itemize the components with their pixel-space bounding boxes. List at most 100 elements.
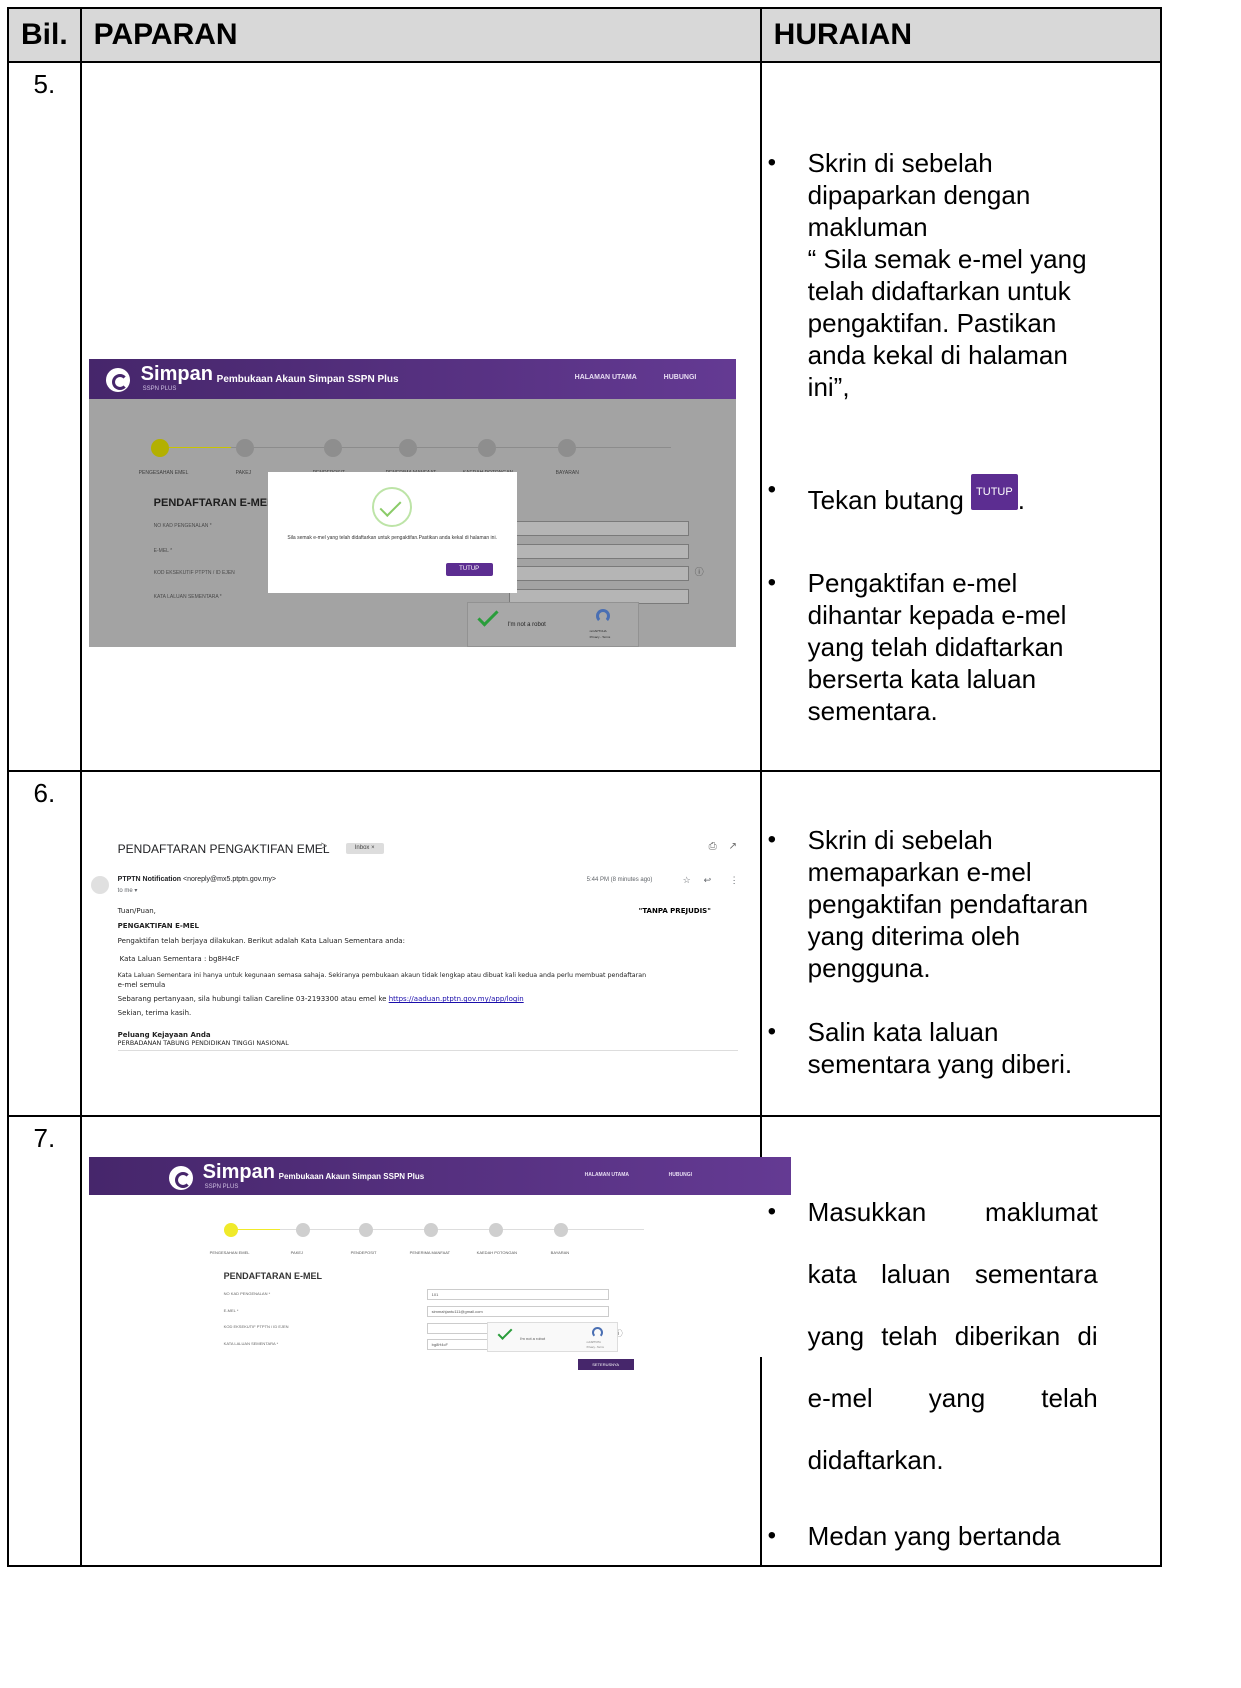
email-field[interactable]: simmahjantu111@gmail.com bbox=[426, 1306, 609, 1317]
step-label: PENDEPOSIT bbox=[350, 1250, 377, 1255]
portal-brand: Simpan bbox=[140, 363, 213, 385]
portal-header: Simpan SSPN PLUS Pembukaan Akaun Simpan … bbox=[88, 359, 736, 399]
step-payment-icon bbox=[553, 1223, 568, 1237]
nav-contact[interactable]: HUBUNGI bbox=[664, 374, 697, 381]
step-deduction-icon bbox=[488, 1223, 503, 1237]
email-recipient[interactable]: to me ▾ bbox=[118, 887, 138, 894]
recaptcha-logo-icon bbox=[591, 1327, 603, 1338]
form-title: PENDAFTARAN E-MEL bbox=[223, 1271, 322, 1281]
email-subject: PENDAFTARAN PENGAKTIFAN EMEL bbox=[117, 842, 330, 856]
submit-button[interactable]: SETERUSNYA bbox=[577, 1359, 634, 1370]
step-number: 6. bbox=[7, 770, 82, 1117]
confirmation-modal: Sila semak e-mel yang telah didaftarkan … bbox=[267, 472, 517, 593]
nav-contact[interactable]: HUBUNGI bbox=[669, 1172, 692, 1178]
star-icon[interactable]: ☆ bbox=[683, 875, 691, 886]
step-label: PAKEJ bbox=[290, 1250, 304, 1255]
step-deduction-icon bbox=[477, 439, 496, 457]
print-icon[interactable]: ⎙ bbox=[709, 841, 717, 852]
captcha-label: I'm not a robot bbox=[507, 622, 546, 628]
description-bullet: Tekan butang TUTUP. bbox=[768, 474, 1138, 516]
col-header-paparan: PAPARAN bbox=[79, 7, 762, 63]
email-sender: PTPTN Notification <noreply@mx5.ptptn.go… bbox=[118, 876, 276, 883]
recaptcha-links[interactable]: Privacy - Terms bbox=[587, 1346, 604, 1349]
recaptcha-logo-icon bbox=[595, 609, 610, 623]
step-label: PENGESAHAN EMEL bbox=[209, 1250, 250, 1255]
recaptcha-widget[interactable]: I'm not a robot reCAPTCHA Privacy - Term… bbox=[486, 1322, 618, 1352]
more-icon[interactable]: ⋮ bbox=[730, 875, 739, 886]
field-label: NO KAD PENGENALAN * bbox=[223, 1291, 271, 1296]
email-line: Kata Laluan Sementara ini hanya untuk ke… bbox=[117, 972, 647, 979]
form-title: PENDAFTARAN E-MEL bbox=[153, 497, 274, 509]
description-bullet: Medan yang bertanda bbox=[768, 1520, 1098, 1552]
screenshot-cell: Simpan SSPN PLUS Pembukaan Akaun Simpan … bbox=[79, 61, 762, 772]
nav-home[interactable]: HALAMAN UTAMA bbox=[575, 374, 637, 381]
email-time: 5:44 PM (8 minutes ago) bbox=[586, 877, 653, 883]
step-label: BAYARAN bbox=[550, 1250, 570, 1255]
step-row-6: 6. PENDAFTARAN PENGAKTIFAN EMEL ᐳ Inbox … bbox=[7, 770, 1162, 1117]
step-label: KAEDAH POTONGAN bbox=[476, 1250, 518, 1255]
captcha-label: I'm not a robot bbox=[519, 1336, 546, 1341]
step-email-icon bbox=[150, 439, 169, 457]
portal-title: Pembukaan Akaun Simpan SSPN Plus bbox=[216, 374, 399, 385]
email-heading: PENGAKTIFAN E-MEL bbox=[117, 922, 199, 930]
field-label: KATA LALUAN SEMENTARA * bbox=[223, 1341, 279, 1346]
captcha-check-icon bbox=[497, 1325, 513, 1340]
field-label: KATA LALUAN SEMENTARA * bbox=[153, 594, 222, 600]
email-screenshot: PENDAFTARAN PENGAKTIFAN EMEL ᐳ Inbox × ⎙… bbox=[88, 819, 749, 1054]
sender-name: PTPTN Notification bbox=[117, 876, 182, 883]
open-new-window-icon[interactable]: ↗ bbox=[729, 841, 737, 852]
field-label: NO KAD PENGENALAN * bbox=[153, 523, 212, 529]
step-depositor-icon bbox=[358, 1223, 373, 1237]
description-bullet: Masukkan maklumat kata laluan sementara … bbox=[768, 1181, 1098, 1491]
step-beneficiary-icon bbox=[423, 1223, 438, 1237]
recaptcha-links[interactable]: Privacy - Terms bbox=[590, 635, 611, 639]
col-header-huraian: HURAIAN bbox=[759, 7, 1162, 63]
confirmation-screenshot: Simpan SSPN PLUS Pembukaan Akaun Simpan … bbox=[88, 359, 736, 647]
recaptcha-widget[interactable]: I'm not a robot reCAPTCHA Privacy - Term… bbox=[466, 602, 639, 647]
success-check-icon bbox=[371, 487, 412, 527]
description-cell: Masukkan maklumat kata laluan sementara … bbox=[759, 1115, 1162, 1567]
captcha-check-icon bbox=[477, 605, 499, 627]
step-number: 5. bbox=[7, 61, 82, 772]
field-label: KOD EKSEKUTIF PTPTN / ID EJEN bbox=[223, 1324, 289, 1329]
bullet-text: Tekan butang bbox=[807, 485, 972, 515]
nav-home[interactable]: HALAMAN UTAMA bbox=[585, 1172, 629, 1178]
email-line: Sebarang pertanyaan, sila hubungi talian… bbox=[118, 995, 524, 1003]
reply-icon[interactable]: ↩ bbox=[704, 875, 712, 886]
complaint-link[interactable]: https://aaduan.ptptn.gov.my/app/login bbox=[389, 995, 524, 1003]
step-row-7: 7. Simpan SSPN PLUS Pembukaan Akaun Simp… bbox=[7, 1115, 1162, 1567]
ic-number-field[interactable] bbox=[508, 521, 689, 536]
email-field[interactable] bbox=[508, 544, 689, 559]
portal-brand: Simpan bbox=[202, 1161, 275, 1183]
step-number: 7. bbox=[7, 1115, 82, 1567]
screenshot-cell: Simpan SSPN PLUS Pembukaan Akaun Simpan … bbox=[79, 1115, 791, 1567]
manual-table: Bil. PAPARAN HURAIAN 5. Simpan SSPN PLUS… bbox=[7, 7, 1162, 1567]
step-label: PENERIMA MANFAAT bbox=[409, 1250, 451, 1255]
field-label: E-MEL * bbox=[223, 1308, 239, 1313]
screenshot-cell: PENDAFTARAN PENGAKTIFAN EMEL ᐳ Inbox × ⎙… bbox=[79, 770, 762, 1117]
description-cell: Skrin di sebelah memaparkan e-mel pengak… bbox=[759, 770, 1162, 1117]
email-line: Pengaktifan telah berjaya dilakukan. Ber… bbox=[117, 937, 405, 945]
recaptcha-brand: reCAPTCHA bbox=[586, 1341, 601, 1344]
inbox-label[interactable]: Inbox × bbox=[345, 843, 384, 854]
step-row-5: 5. Simpan SSPN PLUS Pembukaan Akaun Simp… bbox=[7, 61, 1162, 772]
step-label: PAKEJ bbox=[235, 470, 252, 476]
email-line: e-mel semula bbox=[117, 981, 166, 989]
simpan-logo-icon bbox=[105, 368, 130, 392]
email-password: Kata Laluan Sementara : bg8H4cF bbox=[119, 955, 240, 963]
form-screenshot: Simpan SSPN PLUS Pembukaan Akaun Simpan … bbox=[88, 1157, 791, 1357]
step-label: BAYARAN bbox=[555, 470, 579, 476]
close-button[interactable]: TUTUP bbox=[445, 563, 493, 576]
bullet-text: . bbox=[1017, 485, 1025, 515]
header-row: Bil. PAPARAN HURAIAN bbox=[7, 7, 1162, 63]
portal-brand-sub: SSPN PLUS bbox=[204, 1184, 239, 1190]
avatar bbox=[90, 876, 109, 894]
description-bullet: Salin kata laluan sementara yang diberi. bbox=[768, 1016, 1098, 1080]
email-greeting: Tuan/Puan, bbox=[117, 907, 156, 915]
agent-id-field[interactable] bbox=[508, 566, 689, 581]
description-bullet: Skrin di sebelah dipaparkan dengan maklu… bbox=[768, 147, 1098, 403]
step-beneficiary-icon bbox=[398, 439, 417, 457]
field-label: E-MEL * bbox=[153, 548, 173, 554]
simpan-logo-icon bbox=[168, 1166, 193, 1190]
ic-number-field[interactable]: 101 bbox=[426, 1289, 609, 1300]
